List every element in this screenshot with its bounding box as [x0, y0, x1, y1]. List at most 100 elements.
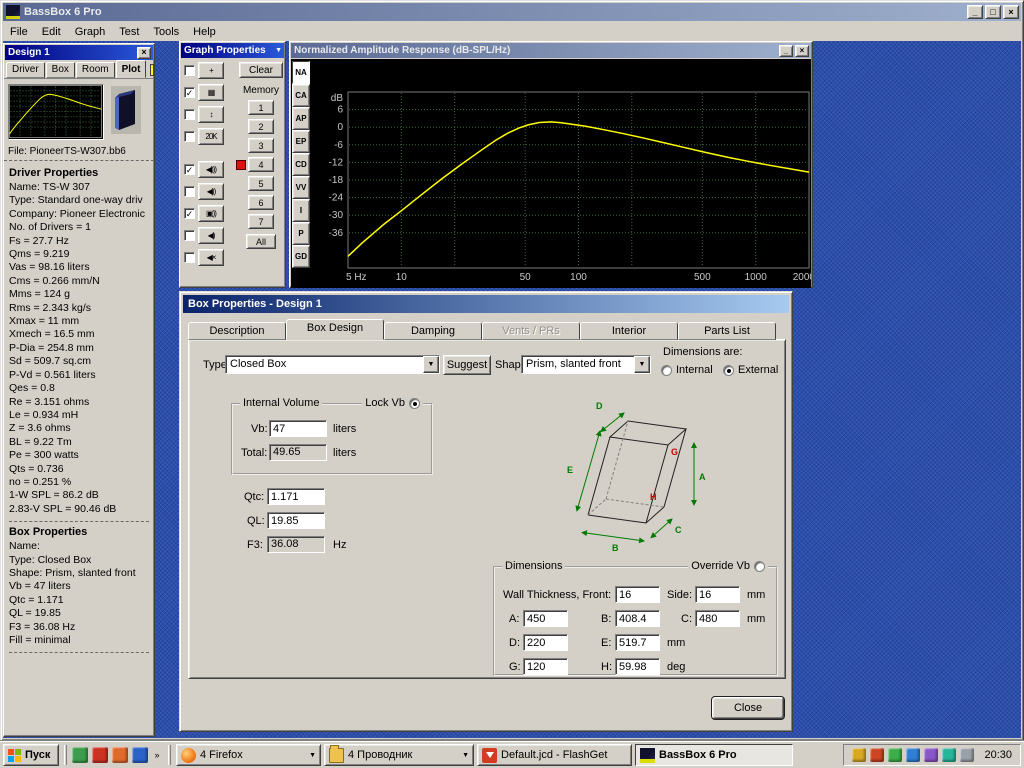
quicklaunch-icon-3[interactable]: [112, 747, 128, 763]
dim-h-input[interactable]: [615, 658, 660, 675]
menu-item[interactable]: Test: [112, 24, 146, 40]
plot-option-checkbox[interactable]: [184, 87, 195, 98]
suggest-button[interactable]: Suggest: [443, 355, 491, 375]
lock-vb-radio[interactable]: Lock Vb: [362, 397, 423, 409]
task-button-explorer[interactable]: 4 Проводник ▼: [324, 744, 474, 766]
graph-type-button[interactable]: I: [292, 199, 310, 222]
grid-icon[interactable]: ▦: [198, 84, 224, 101]
memory-button[interactable]: 1: [248, 100, 274, 115]
dim-a-input[interactable]: [523, 610, 568, 627]
dim-b-input[interactable]: [615, 610, 660, 627]
external-radio[interactable]: External: [723, 364, 778, 376]
minimize-icon[interactable]: _: [967, 5, 983, 19]
qtc-input[interactable]: [267, 488, 325, 505]
speaker-small-icon[interactable]: ◀): [198, 227, 224, 244]
chevron-down-icon[interactable]: ▼: [275, 47, 282, 54]
quicklaunch-icon-4[interactable]: [132, 747, 148, 763]
chevron-down-icon[interactable]: ▼: [423, 356, 439, 373]
close-icon[interactable]: ×: [795, 45, 809, 57]
tray-icon-6[interactable]: [942, 748, 956, 762]
plot-option-checkbox[interactable]: [184, 65, 195, 76]
tray-icon-5[interactable]: [924, 748, 938, 762]
memory-button[interactable]: 2: [248, 119, 274, 134]
design-tab[interactable]: Plot: [116, 60, 147, 78]
memory-button[interactable]: 5: [248, 176, 274, 191]
dim-c-input[interactable]: [695, 610, 740, 627]
memory-button[interactable]: 4: [248, 157, 274, 172]
menu-item[interactable]: Edit: [35, 24, 68, 40]
graph-type-button[interactable]: GD: [292, 245, 310, 268]
graph-properties-titlebar[interactable]: Graph Properties ▼: [181, 43, 284, 58]
dialog-titlebar[interactable]: Box Properties - Design 1: [183, 295, 789, 313]
graph-type-button[interactable]: EP: [292, 130, 310, 153]
box-type-select[interactable]: Closed Box ▼: [225, 355, 440, 374]
graph-type-button[interactable]: P: [292, 222, 310, 245]
dialog-tab[interactable]: Interior: [580, 322, 678, 340]
taskbar-clock[interactable]: 20:30: [984, 749, 1012, 761]
dim-d-input[interactable]: [523, 634, 568, 651]
dialog-tab[interactable]: Parts List: [678, 322, 776, 340]
menu-item[interactable]: Graph: [68, 24, 113, 40]
dim-e-input[interactable]: [615, 634, 660, 651]
tray-icon-3[interactable]: [888, 748, 902, 762]
chevron-down-icon[interactable]: ▼: [634, 356, 650, 373]
design-tab[interactable]: Box: [46, 62, 75, 78]
enclosure-thumbnail-icon[interactable]: [111, 86, 141, 134]
clear-button[interactable]: Clear: [239, 62, 283, 78]
memory-button[interactable]: 3: [248, 138, 274, 153]
internal-radio[interactable]: Internal: [661, 364, 713, 376]
graph-type-button[interactable]: NA: [292, 61, 310, 84]
start-button[interactable]: Пуск: [3, 744, 59, 766]
tray-icon-4[interactable]: [906, 748, 920, 762]
dialog-tab[interactable]: Vents / PRs: [482, 322, 580, 340]
ql-input[interactable]: [267, 512, 325, 529]
task-button-bassbox[interactable]: BassBox 6 Pro: [635, 744, 793, 766]
dim-g-input[interactable]: [523, 658, 568, 675]
restore-icon[interactable]: □: [985, 5, 1001, 19]
plot-option-checkbox[interactable]: [184, 230, 195, 241]
plot-color-swatch[interactable]: [150, 64, 154, 76]
app-titlebar[interactable]: BassBox 6 Pro _ □ ×: [3, 3, 1021, 21]
plot-option-checkbox[interactable]: [184, 208, 195, 219]
memory-button[interactable]: 7: [248, 214, 274, 229]
quicklaunch-icon-2[interactable]: [92, 747, 108, 763]
speaker-box-icon[interactable]: ▣)): [198, 205, 224, 222]
bandwidth-20k-icon[interactable]: 20K: [198, 128, 224, 145]
task-button-flashget[interactable]: Default.jcd - FlashGet: [477, 744, 632, 766]
minimize-icon[interactable]: _: [779, 45, 793, 57]
plot-option-checkbox[interactable]: [184, 252, 195, 263]
graph-type-button[interactable]: AP: [292, 107, 310, 130]
tray-icon-1[interactable]: [852, 748, 866, 762]
crosshair-icon[interactable]: +: [198, 62, 224, 79]
dialog-tab[interactable]: Damping: [384, 322, 482, 340]
design-panel-titlebar[interactable]: Design 1 ×: [5, 45, 153, 60]
plot-option-checkbox[interactable]: [184, 164, 195, 175]
quicklaunch-icon-1[interactable]: [72, 747, 88, 763]
menu-item[interactable]: Help: [186, 24, 223, 40]
speaker-medium-icon[interactable]: ◀)): [198, 183, 224, 200]
menu-item[interactable]: File: [3, 24, 35, 40]
graph-type-button[interactable]: VV: [292, 176, 310, 199]
dialog-tab[interactable]: Description: [188, 322, 286, 340]
plot-option-checkbox[interactable]: [184, 131, 195, 142]
vertical-scale-icon[interactable]: ↕: [198, 106, 224, 123]
overflow-chevron-icon[interactable]: »: [151, 746, 163, 764]
plot-option-checkbox[interactable]: [184, 186, 195, 197]
override-vb-radio[interactable]: Override Vb: [688, 560, 768, 572]
graph-type-button[interactable]: CD: [292, 153, 310, 176]
plot-option-checkbox[interactable]: [184, 109, 195, 120]
box-shape-select[interactable]: Prism, slanted front ▼: [521, 355, 651, 374]
tray-icon-7[interactable]: [960, 748, 974, 762]
vb-input[interactable]: [269, 420, 327, 437]
close-button[interactable]: Close: [712, 697, 784, 719]
wall-front-input[interactable]: [615, 586, 660, 603]
speaker-mute-icon[interactable]: ◀×: [198, 249, 224, 266]
design-tab[interactable]: Room: [76, 62, 115, 78]
memory-button[interactable]: 6: [248, 195, 274, 210]
wall-side-input[interactable]: [695, 586, 740, 603]
close-icon[interactable]: ×: [1003, 5, 1019, 19]
graph-type-button[interactable]: CA: [292, 84, 310, 107]
speaker-loud-icon[interactable]: ◀))): [198, 161, 224, 178]
memory-all-button[interactable]: All: [246, 234, 276, 249]
close-icon[interactable]: ×: [137, 47, 151, 59]
